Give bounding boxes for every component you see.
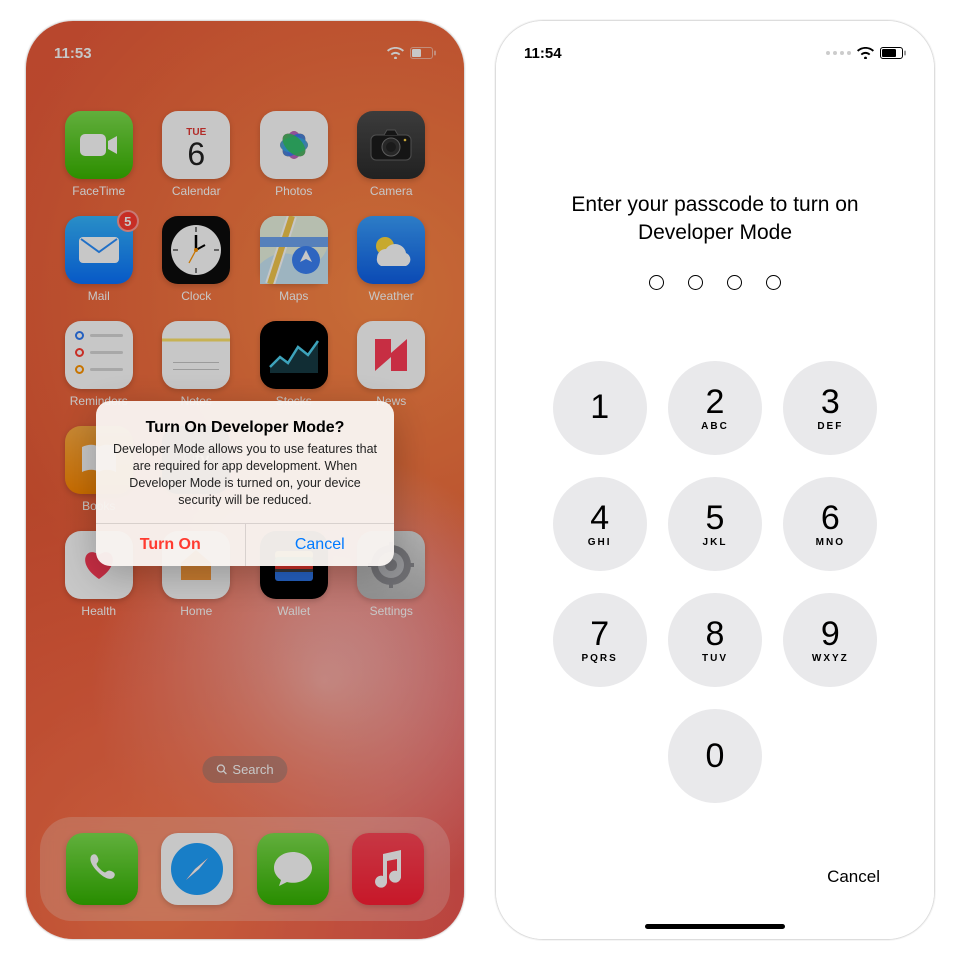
app-notes[interactable]: Notes [148, 321, 246, 408]
spotlight-search-pill[interactable]: Search [202, 756, 287, 783]
status-time: 11:54 [524, 45, 562, 62]
keypad-9[interactable]: 9WXYZ [783, 593, 877, 687]
facetime-icon [65, 111, 133, 179]
app-label: Health [81, 604, 116, 618]
cellular-signal-icon [826, 51, 851, 55]
dock-phone[interactable] [66, 833, 138, 905]
reminders-icon [65, 321, 133, 389]
phone-home-screen: 11:53 FaceTime TUE 6 Calendar [25, 20, 465, 940]
passcode-cancel-button[interactable]: Cancel [827, 867, 880, 887]
app-stocks[interactable]: Stocks [245, 321, 343, 408]
calendar-icon: TUE 6 [162, 111, 230, 179]
developer-mode-alert: Turn On Developer Mode? Developer Mode a… [96, 401, 394, 566]
keypad-8[interactable]: 8TUV [668, 593, 762, 687]
passcode-keypad: 1 2ABC 3DEF 4GHI 5JKL 6MNO 7PQRS 8TUV 9W… [496, 361, 934, 803]
cancel-button[interactable]: Cancel [246, 524, 395, 566]
passcode-dot [688, 275, 703, 290]
dock [40, 817, 450, 921]
wifi-icon [857, 47, 874, 59]
camera-icon [357, 111, 425, 179]
battery-icon [410, 47, 436, 59]
mail-icon: 5 [65, 216, 133, 284]
home-indicator[interactable] [645, 924, 785, 929]
app-label: Home [180, 604, 212, 618]
maps-icon [260, 216, 328, 284]
status-bar: 11:54 [496, 21, 934, 71]
clock-icon [162, 216, 230, 284]
app-label: Clock [181, 289, 211, 303]
app-label: Weather [369, 289, 414, 303]
keypad-1[interactable]: 1 [553, 361, 647, 455]
alert-message: Developer Mode allows you to use feature… [112, 441, 378, 509]
status-time: 11:53 [54, 45, 92, 62]
passcode-title: Enter your passcode to turn on Developer… [496, 191, 934, 248]
app-calendar[interactable]: TUE 6 Calendar [148, 111, 246, 198]
app-label: Maps [279, 289, 308, 303]
passcode-dot [727, 275, 742, 290]
battery-icon [880, 47, 906, 59]
keypad-0[interactable]: 0 [668, 709, 762, 803]
alert-title: Turn On Developer Mode? [112, 419, 378, 437]
app-label: Photos [275, 184, 312, 198]
passcode-dot [766, 275, 781, 290]
app-maps[interactable]: Maps [245, 216, 343, 303]
app-reminders[interactable]: Reminders [50, 321, 148, 408]
app-facetime[interactable]: FaceTime [50, 111, 148, 198]
app-mail[interactable]: 5 Mail [50, 216, 148, 303]
dock-safari[interactable] [161, 833, 233, 905]
passcode-dots [496, 275, 934, 290]
app-label: Calendar [172, 184, 221, 198]
turn-on-button[interactable]: Turn On [96, 524, 246, 566]
app-label: FaceTime [72, 184, 125, 198]
dock-music[interactable] [352, 833, 424, 905]
passcode-dot [649, 275, 664, 290]
notes-icon [162, 321, 230, 389]
weather-icon [357, 216, 425, 284]
calendar-date: 6 [187, 138, 205, 170]
app-label: Settings [370, 604, 413, 618]
app-weather[interactable]: Weather [343, 216, 441, 303]
app-clock[interactable]: Clock [148, 216, 246, 303]
keypad-4[interactable]: 4GHI [553, 477, 647, 571]
app-label: Camera [370, 184, 413, 198]
keypad-7[interactable]: 7PQRS [553, 593, 647, 687]
app-label: Mail [88, 289, 110, 303]
search-label: Search [232, 762, 273, 777]
keypad-6[interactable]: 6MNO [783, 477, 877, 571]
app-camera[interactable]: Camera [343, 111, 441, 198]
app-photos[interactable]: Photos [245, 111, 343, 198]
search-icon [216, 764, 227, 775]
keypad-3[interactable]: 3DEF [783, 361, 877, 455]
app-label: Wallet [277, 604, 310, 618]
app-news[interactable]: News [343, 321, 441, 408]
photos-icon [260, 111, 328, 179]
dock-messages[interactable] [257, 833, 329, 905]
news-icon [357, 321, 425, 389]
keypad-2[interactable]: 2ABC [668, 361, 762, 455]
stocks-icon [260, 321, 328, 389]
mail-badge: 5 [117, 210, 139, 232]
keypad-5[interactable]: 5JKL [668, 477, 762, 571]
phone-passcode-screen: 11:54 Enter your passcode to turn on Dev… [495, 20, 935, 940]
wifi-icon [387, 47, 404, 59]
status-bar: 11:53 [26, 21, 464, 71]
